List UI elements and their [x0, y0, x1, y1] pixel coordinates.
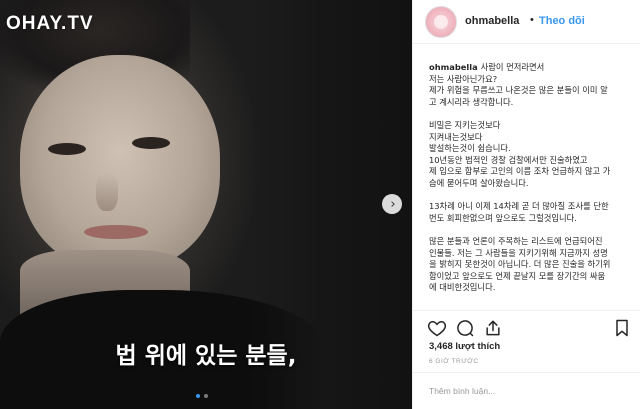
- caption-line: 저는 사람아닌가요?: [429, 74, 634, 86]
- caption-line: 많은 분들과 언론이 주목하는 리스트에 언급되어진: [429, 236, 634, 248]
- caption-text: 지켜내는것보다: [429, 131, 483, 142]
- post-side-panel: ohmabella • Theo dõi ohmabella 사람이 먼저라면서…: [412, 0, 640, 409]
- caption-text: 10년동안 법적인 경찰 검찰에서만 진술하였고: [429, 154, 588, 165]
- bookmark-icon[interactable]: [612, 318, 632, 338]
- caption-gap: [429, 108, 634, 120]
- chevron-right-icon: ›: [390, 196, 396, 212]
- caption-text: 함이었고 앞으로도 언제 끝날지 모를 장기간의 싸움: [429, 270, 606, 281]
- caption-text: 번도 회피한없으며 앞으로도 그럴것입니다.: [429, 212, 577, 223]
- caption-line: 함이었고 앞으로도 언제 끝날지 모를 장기간의 싸움: [429, 271, 634, 283]
- caption-line: 10년동안 법적인 경찰 검찰에서만 진술하였고: [429, 155, 634, 167]
- caption-line: 번도 회피한없으며 앞으로도 그럴것입니다.: [429, 213, 634, 225]
- divider: [413, 372, 640, 373]
- caption-gap: [429, 190, 634, 202]
- caption-line: 을 밝히지 못한것이 아닙니다. 더 많은 진술을 하기위: [429, 259, 634, 271]
- caption-line: ohmabella 사람이 먼저라면서: [429, 62, 634, 74]
- follow-button[interactable]: Theo dõi: [539, 15, 585, 27]
- caption-text: 발설하는것이 쉽습니다.: [429, 143, 511, 154]
- post-time[interactable]: 6 GIỜ TRƯỚC: [429, 358, 479, 365]
- caption-line: 제 입으로 함부로 고인의 이름 조차 언급하지 않고 가: [429, 166, 634, 178]
- caption-text: 제가 위험을 무릅쓰고 나온것은 많은 분들이 이미 알: [429, 85, 608, 96]
- comment-icon[interactable]: [455, 318, 475, 338]
- post-actions: [427, 318, 632, 338]
- caption-text: 을 밝히지 못한것이 아닙니다. 더 많은 진술을 하기위: [429, 259, 611, 270]
- post-photo[interactable]: OHAY.TV 법 위에 있는 분들, ›: [0, 0, 412, 409]
- share-icon[interactable]: [483, 318, 503, 338]
- divider: [413, 310, 640, 311]
- caption-line: 고 계시리라 생각합니다.: [429, 97, 634, 109]
- nose: [96, 173, 118, 211]
- caption-text: 많은 분들과 언론이 주목하는 리스트에 언급되어진: [429, 235, 603, 246]
- photo-face: [20, 55, 220, 270]
- header-username[interactable]: ohmabella: [465, 15, 519, 27]
- post-caption: ohmabella 사람이 먼저라면서 저는 사람아닌가요? 제가 위험을 무릅쓰고…: [429, 62, 634, 294]
- video-subtitle: 법 위에 있는 분들,: [115, 343, 297, 369]
- likes-count[interactable]: 3,468 lượt thích: [429, 341, 500, 352]
- carousel-dot-active: [196, 394, 200, 398]
- caption-text: 비밀은 지키는것보다: [429, 119, 501, 130]
- caption-text: 13차례 아니 이제 14차례 곧 더 많아질 조사를 단한: [429, 201, 609, 212]
- carousel-dots: [196, 394, 208, 398]
- caption-text: 슴에 묻어두며 살아왔습니다.: [429, 177, 529, 188]
- carousel-next-button[interactable]: ›: [382, 194, 402, 214]
- right-eye: [132, 137, 170, 149]
- caption-line: 발설하는것이 쉽습니다.: [429, 143, 634, 155]
- caption-text: 제 입으로 함부로 고인의 이름 조차 언급하지 않고 가: [429, 166, 611, 177]
- caption-line: 에 대비한것입니다.: [429, 282, 634, 294]
- watermark-logo: OHAY.TV: [6, 13, 94, 34]
- carousel-dot: [204, 394, 208, 398]
- left-eye: [48, 143, 86, 155]
- caption-text: 저는 사람아닌가요?: [429, 73, 498, 84]
- mouth: [84, 225, 148, 239]
- caption-text: 사람이 먼저라면서: [480, 62, 545, 72]
- caption-line: 13차례 아니 이제 14차례 곧 더 많아질 조사를 단한: [429, 201, 634, 213]
- caption-line: 비밀은 지키는것보다: [429, 120, 634, 132]
- heart-icon[interactable]: [427, 318, 447, 338]
- avatar[interactable]: [425, 6, 457, 38]
- header-separator: •: [530, 14, 534, 26]
- comment-input[interactable]: Thêm bình luận...: [429, 386, 495, 396]
- caption-username[interactable]: ohmabella: [429, 62, 481, 72]
- caption-line: 제가 위험을 무릅쓰고 나온것은 많은 분들이 이미 알: [429, 85, 634, 97]
- post-header: ohmabella • Theo dõi: [413, 0, 640, 44]
- caption-text: 에 대비한것입니다.: [429, 282, 496, 293]
- caption-gap: [429, 224, 634, 236]
- caption-text: 인물들. 저는 그 사람들을 지키기위해 지금까지 성명: [429, 247, 608, 258]
- caption-line: 인물들. 저는 그 사람들을 지키기위해 지금까지 성명: [429, 248, 634, 260]
- caption-line: 지켜내는것보다: [429, 132, 634, 144]
- caption-line: 슴에 묻어두며 살아왔습니다.: [429, 178, 634, 190]
- caption-text: 고 계시리라 생각합니다.: [429, 96, 514, 107]
